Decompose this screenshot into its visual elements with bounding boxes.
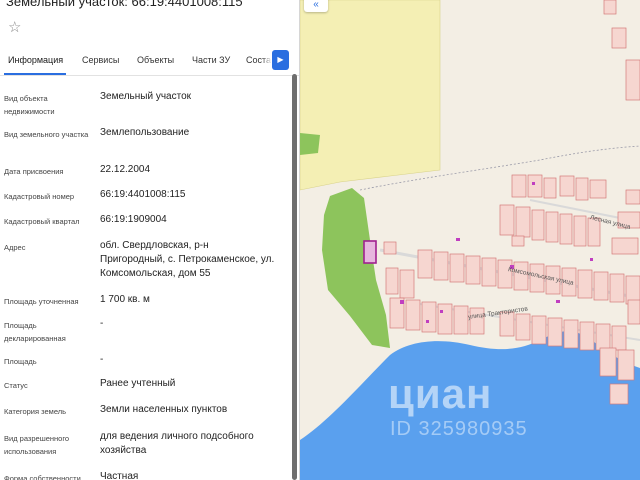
parcel [531,209,545,241]
parcel [531,315,547,345]
parcel [593,271,609,301]
row-value: Землепользование [100,127,190,138]
row-label: Кадастровый квартал [4,217,80,226]
row-label: Дата присвоения [4,167,64,176]
row-value: - [100,354,104,365]
row-label: Вид разрешенного использования [4,434,70,456]
watermark-text: циан [388,370,493,417]
tab-services[interactable]: Сервисы [82,55,119,65]
row-label: Категория земель [4,407,67,416]
tab-bar: Информация Сервисы Объекты Части ЗУ Сост… [0,48,299,76]
top-right-parcels [603,0,640,101]
parcel [563,319,579,349]
parcel [579,321,595,351]
parcel [399,269,415,299]
forest-strip [322,188,390,348]
row-value: 66:19:4401008:115 [100,189,186,200]
parcel [609,273,625,303]
row-label: Вид объекта недвижимости [4,94,55,116]
row-value: 66:19:1909004 [100,214,167,225]
row-label: Площадь уточненная [4,297,79,306]
parcel [497,259,513,289]
tab-info[interactable]: Информация [8,55,63,65]
parcel [547,317,563,347]
row-value: - [100,318,104,329]
row-label: Адрес [4,243,26,252]
parcel [433,251,449,281]
parcel [421,301,437,333]
panel-scrollbar[interactable] [292,74,297,480]
parcel [511,235,525,247]
row-value: обл. Свердловская, р-н Пригородный, с. П… [100,240,275,279]
agricultural-field [300,0,441,191]
row-value: Земельный участок [100,91,192,102]
parcel [499,204,515,236]
parcel [515,206,531,238]
parcel [609,383,629,405]
watermark-id: ID 325980935 [390,418,528,440]
panel-title: Земельный участок: 66:19:4401008:115 [6,0,243,9]
building [426,320,429,323]
parcel [511,174,527,198]
parcel [627,299,640,325]
parcel [575,177,589,201]
parcel [625,189,640,205]
selected-parcel [363,240,377,264]
row-value: 1 700 кв. м [100,294,150,305]
tabs-fade [262,48,272,74]
row-label: Площадь [4,357,37,366]
parcel [625,59,640,101]
row-label: Кадастровый номер [4,192,75,201]
parcel [611,27,627,49]
parcel [453,305,469,335]
parcel [589,179,607,199]
row-value: Ранее учтенный [100,378,176,389]
building [532,182,535,185]
parcel [385,267,399,295]
parcel [573,215,587,247]
tab-objects[interactable]: Объекты [137,55,174,65]
parcel [527,174,543,198]
parcel [611,237,639,255]
parcel [595,323,611,351]
cadastral-map[interactable]: « Лесная улица Комсомольская улица улица… [300,0,640,480]
building [440,310,443,313]
parcel [481,257,497,287]
parcel [617,349,635,381]
chevron-left-icon[interactable]: « [304,0,328,12]
parcel [559,213,573,245]
parcel [515,313,531,341]
parcel [603,0,617,15]
star-icon[interactable]: ☆ [8,20,21,36]
row-value: Частная [100,471,139,480]
parcel [449,253,465,283]
forest-patch [300,133,320,155]
building [456,238,460,241]
row-value: 22.12.2004 [100,164,151,175]
tab-parts[interactable]: Части ЗУ [192,55,230,65]
row-value: Земли населенных пунктов [100,404,228,415]
parcel [543,177,557,199]
active-tab-indicator [4,73,66,75]
parcel [577,269,593,299]
parcel [545,211,559,243]
parcel [437,303,453,335]
parcel [417,249,433,279]
chevron-right-icon[interactable]: ▶ [272,50,289,70]
row-label: Вид земельного участка [4,130,89,139]
row-label: Статус [4,381,28,390]
building [590,258,593,261]
parcel [611,325,627,351]
row-value: для ведения личного подсобного хозяйства [100,431,254,456]
parcel [465,255,481,285]
parcel [383,241,397,255]
parcel [559,175,575,197]
row-label: Площадь декларированная [4,321,66,343]
info-panel: Земельный участок: 66:19:4401008:115 ☆ И… [0,0,300,480]
building [556,300,560,303]
parcel [599,347,617,377]
parcel [405,299,421,331]
row-label: Форма собственности [4,474,81,480]
building [400,300,404,304]
